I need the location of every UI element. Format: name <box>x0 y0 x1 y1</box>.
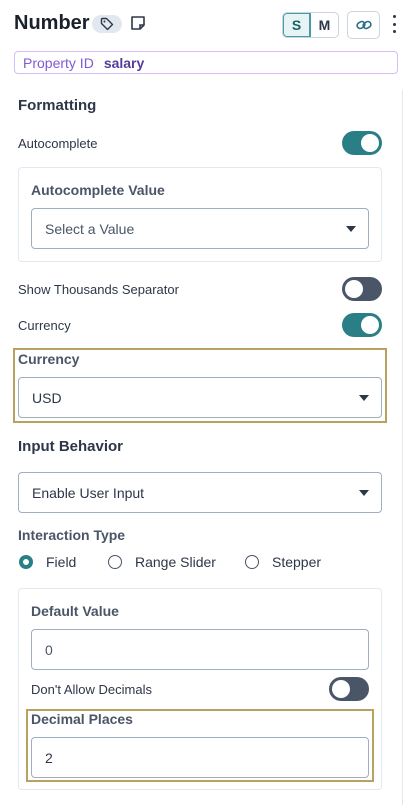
radio-stepper-label: Stepper <box>272 554 322 570</box>
decimal-places-input[interactable]: 2 <box>31 737 369 778</box>
link-icon <box>355 20 372 30</box>
radio-stepper[interactable] <box>245 555 259 569</box>
thousands-separator-toggle[interactable] <box>342 277 382 301</box>
panel-title: Number <box>14 12 90 34</box>
note-icon[interactable] <box>130 15 146 31</box>
property-id-field: Property ID salary <box>14 51 398 74</box>
autocomplete-value-label: Autocomplete Value <box>31 182 165 198</box>
thousands-separator-label: Show Thousands Separator <box>18 282 179 297</box>
property-id-label: Property ID <box>23 55 94 71</box>
size-option-m[interactable]: M <box>311 13 338 37</box>
tag-button[interactable] <box>92 15 122 33</box>
radio-range-slider-label: Range Slider <box>135 554 216 570</box>
tag-icon <box>100 17 114 31</box>
currency-select-value: USD <box>32 389 62 406</box>
currency-label: Currency <box>18 318 71 333</box>
input-behavior-value: Enable User Input <box>32 484 145 501</box>
size-option-s[interactable]: S <box>283 13 311 37</box>
default-value-input[interactable]: 0 <box>31 629 369 670</box>
autocomplete-value-select[interactable]: Select a Value <box>31 208 369 249</box>
radio-field[interactable] <box>19 555 33 569</box>
chevron-down-icon <box>359 489 369 496</box>
size-toggle[interactable]: S M <box>282 12 339 38</box>
chevron-down-icon <box>346 225 356 232</box>
formatting-heading: Formatting <box>18 97 97 114</box>
input-behavior-select[interactable]: Enable User Input <box>18 472 382 513</box>
link-button[interactable] <box>347 11 380 39</box>
radio-field-label: Field <box>46 554 77 570</box>
no-decimals-label: Don't Allow Decimals <box>31 682 152 697</box>
radio-range-slider[interactable] <box>108 555 122 569</box>
chevron-down-icon <box>359 394 369 401</box>
decimal-places-label: Decimal Places <box>31 711 133 727</box>
scrollbar[interactable] <box>402 90 403 805</box>
default-value-label: Default Value <box>31 603 119 619</box>
decimal-places-value: 2 <box>45 749 53 766</box>
input-behavior-heading: Input Behavior <box>18 438 124 455</box>
autocomplete-value-placeholder: Select a Value <box>45 220 135 237</box>
interaction-type-label: Interaction Type <box>18 527 126 543</box>
currency-toggle[interactable] <box>342 313 382 337</box>
currency-select[interactable]: USD <box>18 377 382 418</box>
currency-select-label: Currency <box>18 351 80 367</box>
autocomplete-label: Autocomplete <box>18 136 98 151</box>
no-decimals-toggle[interactable] <box>329 677 369 701</box>
default-value-text: 0 <box>45 641 53 658</box>
kebab-menu-icon[interactable] <box>389 15 399 33</box>
autocomplete-toggle[interactable] <box>342 131 382 155</box>
property-id-value: salary <box>103 55 145 71</box>
